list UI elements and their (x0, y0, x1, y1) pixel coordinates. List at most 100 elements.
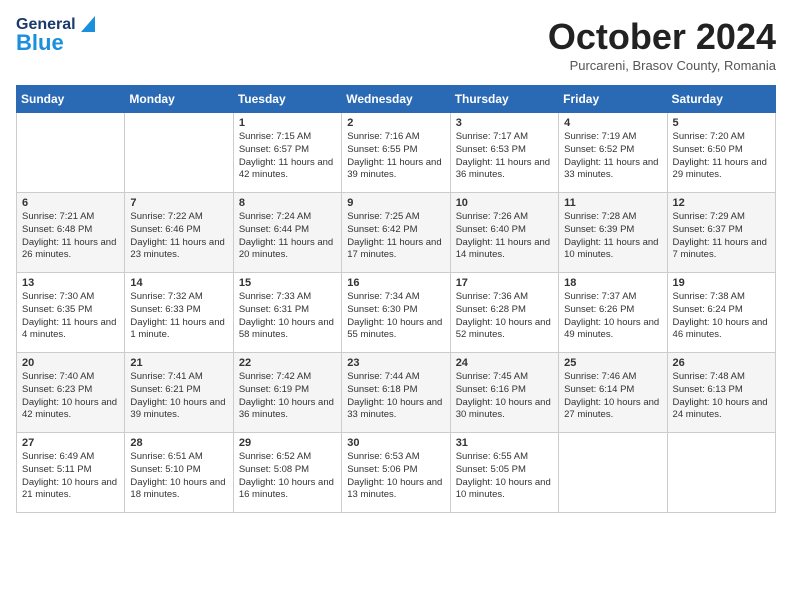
day-number: 19 (673, 277, 770, 289)
day-number: 3 (456, 117, 553, 129)
column-header-thursday: Thursday (450, 86, 558, 113)
day-info: Sunrise: 7:30 AMSunset: 6:35 PMDaylight:… (22, 291, 119, 342)
day-number: 1 (239, 117, 336, 129)
day-info: Sunrise: 7:28 AMSunset: 6:39 PMDaylight:… (564, 211, 661, 262)
calendar-week-row: 6 Sunrise: 7:21 AMSunset: 6:48 PMDaylight… (17, 193, 776, 273)
day-number: 22 (239, 357, 336, 369)
day-number: 5 (673, 117, 770, 129)
calendar-cell: 11 Sunrise: 7:28 AMSunset: 6:39 PMDayligh… (559, 193, 667, 273)
day-number: 26 (673, 357, 770, 369)
day-number: 14 (130, 277, 227, 289)
day-number: 21 (130, 357, 227, 369)
day-info: Sunrise: 7:46 AMSunset: 6:14 PMDaylight:… (564, 371, 661, 422)
calendar-table: SundayMondayTuesdayWednesdayThursdayFrid… (16, 85, 776, 513)
day-info: Sunrise: 6:53 AMSunset: 5:06 PMDaylight:… (347, 451, 444, 502)
day-number: 13 (22, 277, 119, 289)
calendar-cell: 27 Sunrise: 6:49 AMSunset: 5:11 PMDayligh… (17, 433, 125, 513)
calendar-cell: 2 Sunrise: 7:16 AMSunset: 6:55 PMDaylight… (342, 113, 450, 193)
column-header-saturday: Saturday (667, 86, 775, 113)
day-number: 25 (564, 357, 661, 369)
day-number: 7 (130, 197, 227, 209)
day-number: 23 (347, 357, 444, 369)
day-number: 30 (347, 437, 444, 449)
calendar-cell (559, 433, 667, 513)
calendar-cell: 8Sunrise: 7:24 AMSunset: 6:44 PMDaylight… (233, 193, 341, 273)
day-number: 29 (239, 437, 336, 449)
calendar-cell: 19 Sunrise: 7:38 AMSunset: 6:24 PMDayligh… (667, 273, 775, 353)
calendar-cell: 26 Sunrise: 7:48 AMSunset: 6:13 PMDayligh… (667, 353, 775, 433)
calendar-cell: 9 Sunrise: 7:25 AMSunset: 6:42 PMDaylight… (342, 193, 450, 273)
calendar-cell: 4 Sunrise: 7:19 AMSunset: 6:52 PMDaylight… (559, 113, 667, 193)
calendar-header-row: SundayMondayTuesdayWednesdayThursdayFrid… (17, 86, 776, 113)
day-info: Sunrise: 7:15 AMSunset: 6:57 PMDaylight:… (239, 131, 336, 182)
calendar-cell: 29Sunrise: 6:52 AMSunset: 5:08 PMDayligh… (233, 433, 341, 513)
day-info: Sunrise: 6:49 AMSunset: 5:11 PMDaylight:… (22, 451, 119, 502)
day-info: Sunrise: 7:41 AMSunset: 6:21 PMDaylight:… (130, 371, 227, 422)
calendar-cell: 25 Sunrise: 7:46 AMSunset: 6:14 PMDayligh… (559, 353, 667, 433)
day-info: Sunrise: 7:29 AMSunset: 6:37 PMDaylight:… (673, 211, 770, 262)
day-info: Sunrise: 7:17 AMSunset: 6:53 PMDaylight:… (456, 131, 553, 182)
day-number: 12 (673, 197, 770, 209)
day-info: Sunrise: 7:25 AMSunset: 6:42 PMDaylight:… (347, 211, 444, 262)
day-number: 4 (564, 117, 661, 129)
day-info: Sunrise: 7:36 AMSunset: 6:28 PMDaylight:… (456, 291, 553, 342)
day-info: Sunrise: 7:40 AMSunset: 6:23 PMDaylight:… (22, 371, 119, 422)
calendar-cell: 7Sunrise: 7:22 AMSunset: 6:46 PMDaylight… (125, 193, 233, 273)
day-info: Sunrise: 7:16 AMSunset: 6:55 PMDaylight:… (347, 131, 444, 182)
calendar-cell: 30 Sunrise: 6:53 AMSunset: 5:06 PMDayligh… (342, 433, 450, 513)
column-header-wednesday: Wednesday (342, 86, 450, 113)
calendar-cell: 3 Sunrise: 7:17 AMSunset: 6:53 PMDaylight… (450, 113, 558, 193)
calendar-cell: 13 Sunrise: 7:30 AMSunset: 6:35 PMDayligh… (17, 273, 125, 353)
day-number: 9 (347, 197, 444, 209)
day-info: Sunrise: 7:42 AMSunset: 6:19 PMDaylight:… (239, 371, 336, 422)
column-header-monday: Monday (125, 86, 233, 113)
calendar-cell: 14Sunrise: 7:32 AMSunset: 6:33 PMDayligh… (125, 273, 233, 353)
day-number: 24 (456, 357, 553, 369)
day-info: Sunrise: 7:48 AMSunset: 6:13 PMDaylight:… (673, 371, 770, 422)
day-info: Sunrise: 7:38 AMSunset: 6:24 PMDaylight:… (673, 291, 770, 342)
page-header: General Blue October 2024 Purcareni, Bra… (16, 16, 776, 73)
column-header-sunday: Sunday (17, 86, 125, 113)
column-header-friday: Friday (559, 86, 667, 113)
day-info: Sunrise: 7:37 AMSunset: 6:26 PMDaylight:… (564, 291, 661, 342)
calendar-week-row: 1 Sunrise: 7:15 AMSunset: 6:57 PMDaylight… (17, 113, 776, 193)
day-number: 10 (456, 197, 553, 209)
day-info: Sunrise: 7:26 AMSunset: 6:40 PMDaylight:… (456, 211, 553, 262)
day-info: Sunrise: 7:34 AMSunset: 6:30 PMDaylight:… (347, 291, 444, 342)
day-number: 18 (564, 277, 661, 289)
calendar-week-row: 13 Sunrise: 7:30 AMSunset: 6:35 PMDayligh… (17, 273, 776, 353)
day-number: 17 (456, 277, 553, 289)
column-header-tuesday: Tuesday (233, 86, 341, 113)
day-info: Sunrise: 6:55 AMSunset: 5:05 PMDaylight:… (456, 451, 553, 502)
day-info: Sunrise: 7:21 AMSunset: 6:48 PMDaylight:… (22, 211, 119, 262)
calendar-week-row: 20 Sunrise: 7:40 AMSunset: 6:23 PMDayligh… (17, 353, 776, 433)
day-number: 11 (564, 197, 661, 209)
calendar-cell: 5 Sunrise: 7:20 AMSunset: 6:50 PMDaylight… (667, 113, 775, 193)
calendar-cell: 22 Sunrise: 7:42 AMSunset: 6:19 PMDayligh… (233, 353, 341, 433)
calendar-cell (667, 433, 775, 513)
day-number: 6 (22, 197, 119, 209)
calendar-cell: 23 Sunrise: 7:44 AMSunset: 6:18 PMDayligh… (342, 353, 450, 433)
title-section: October 2024 Purcareni, Brasov County, R… (548, 16, 776, 73)
day-number: 2 (347, 117, 444, 129)
calendar-cell: 17 Sunrise: 7:36 AMSunset: 6:28 PMDayligh… (450, 273, 558, 353)
calendar-cell: 20 Sunrise: 7:40 AMSunset: 6:23 PMDayligh… (17, 353, 125, 433)
day-number: 8 (239, 197, 336, 209)
day-info: Sunrise: 6:51 AMSunset: 5:10 PMDaylight:… (130, 451, 227, 502)
day-info: Sunrise: 7:20 AMSunset: 6:50 PMDaylight:… (673, 131, 770, 182)
day-number: 31 (456, 437, 553, 449)
logo: General Blue (16, 16, 95, 56)
day-info: Sunrise: 7:44 AMSunset: 6:18 PMDaylight:… (347, 371, 444, 422)
calendar-cell: 16 Sunrise: 7:34 AMSunset: 6:30 PMDayligh… (342, 273, 450, 353)
day-number: 16 (347, 277, 444, 289)
calendar-cell: 1 Sunrise: 7:15 AMSunset: 6:57 PMDaylight… (233, 113, 341, 193)
calendar-cell: 15Sunrise: 7:33 AMSunset: 6:31 PMDayligh… (233, 273, 341, 353)
day-info: Sunrise: 7:19 AMSunset: 6:52 PMDaylight:… (564, 131, 661, 182)
calendar-cell: 6 Sunrise: 7:21 AMSunset: 6:48 PMDaylight… (17, 193, 125, 273)
day-number: 28 (130, 437, 227, 449)
day-number: 20 (22, 357, 119, 369)
day-number: 27 (22, 437, 119, 449)
calendar-cell: 21 Sunrise: 7:41 AMSunset: 6:21 PMDayligh… (125, 353, 233, 433)
day-number: 15 (239, 277, 336, 289)
logo-triangle-icon (77, 16, 95, 34)
